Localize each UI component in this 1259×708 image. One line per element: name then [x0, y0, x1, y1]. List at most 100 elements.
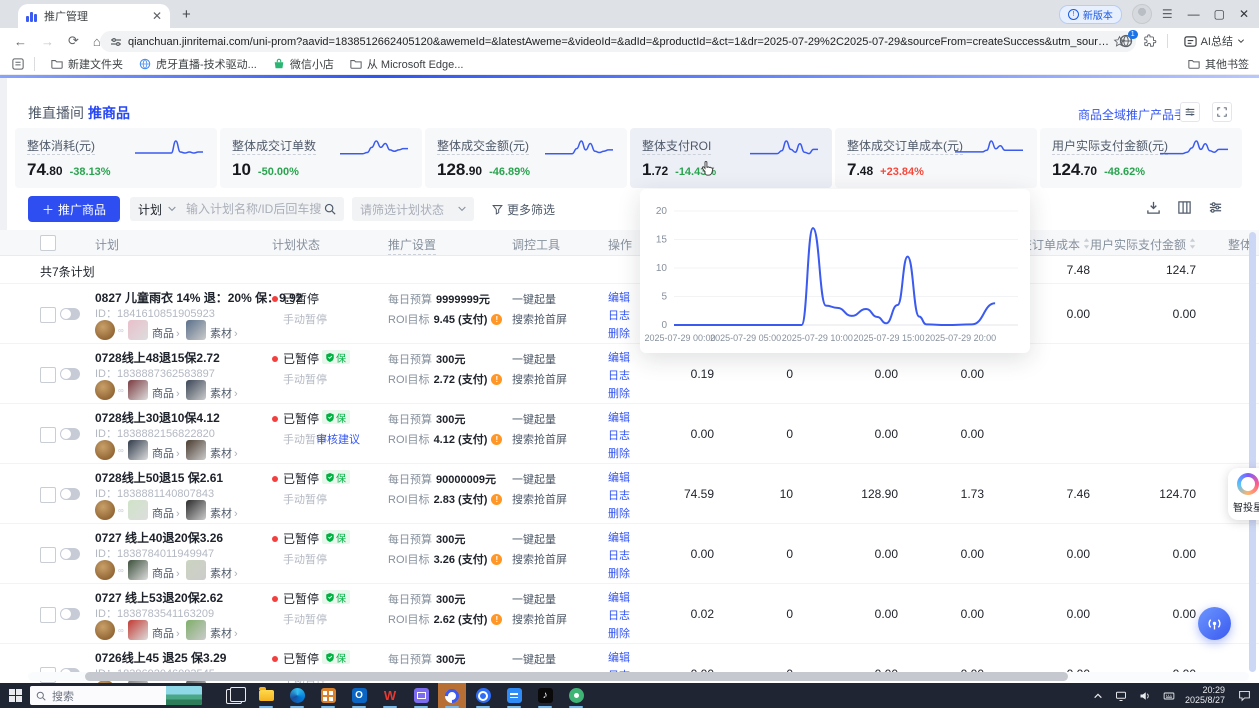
extensions-puzzle-icon[interactable]	[1143, 34, 1157, 48]
tool-boost-link[interactable]: 一键起量	[512, 531, 556, 547]
product-link[interactable]: 商品›	[152, 325, 180, 341]
chevron-up-icon[interactable]	[1093, 691, 1103, 701]
metric-card[interactable]: 用户实际支付金额(元)124.70-48.62%	[1040, 128, 1242, 188]
window-minimize-button[interactable]: —	[1188, 7, 1200, 21]
notification-center-icon[interactable]	[1238, 689, 1251, 707]
row-action-2[interactable]: 删除	[608, 505, 630, 521]
product-link[interactable]: 商品›	[152, 445, 180, 461]
bookmark-item[interactable]: 微信小店	[273, 56, 334, 72]
col-metric-5[interactable]: 用户实际支付金额	[1066, 236, 1196, 253]
row-action-0[interactable]: 编辑	[608, 589, 630, 605]
tool-search-link[interactable]: 搜索抢首屏	[512, 371, 567, 387]
profile-menu-icon[interactable]: ☰	[1162, 7, 1174, 21]
reload-icon[interactable]: ⟳	[68, 33, 79, 49]
row-checkbox[interactable]	[40, 307, 56, 323]
warning-icon[interactable]: !	[491, 494, 502, 505]
display-icon[interactable]	[1115, 690, 1127, 702]
url-bar[interactable]: qianchuan.jinritemai.com/uni-prom?aavid=…	[100, 31, 1136, 52]
warning-icon[interactable]: !	[491, 314, 502, 325]
new-version-badge[interactable]: !新版本	[1059, 5, 1122, 24]
product-thumbnail[interactable]	[128, 560, 148, 580]
row-action-0[interactable]: 编辑	[608, 409, 630, 425]
row-action-2[interactable]: 删除	[608, 445, 630, 461]
layout-config-icon[interactable]	[1180, 102, 1200, 122]
tool-boost-link[interactable]: 一键起量	[512, 591, 556, 607]
row-action-0[interactable]: 编辑	[608, 529, 630, 545]
create-promotion-button[interactable]: ＋推广商品	[28, 196, 120, 222]
row-checkbox[interactable]	[40, 607, 56, 623]
material-link[interactable]: 素材›	[210, 385, 238, 401]
taskbar-app-douyin[interactable]: ♪	[531, 683, 559, 708]
bookmark-item[interactable]: 虎牙直播-技术驱动...	[139, 56, 257, 72]
taskbar-app-qianchuan-app[interactable]	[438, 683, 466, 708]
taskbar-search[interactable]: 搜索	[30, 686, 202, 705]
row-checkbox[interactable]	[40, 547, 56, 563]
row-action-0[interactable]: 编辑	[608, 649, 630, 665]
product-link[interactable]: 商品›	[152, 625, 180, 641]
tab-live-room[interactable]: 推直播间	[28, 103, 84, 123]
col-settings[interactable]: 推广设置	[388, 236, 436, 255]
avatar[interactable]	[1132, 4, 1152, 24]
fullscreen-icon[interactable]	[1212, 102, 1232, 122]
bookmark-item[interactable]: 新建文件夹	[51, 56, 123, 72]
metric-card[interactable]: 整体成交订单成本(元)7.48+23.84%	[835, 128, 1037, 188]
row-action-0[interactable]: 编辑	[608, 469, 630, 485]
tool-boost-link[interactable]: 一键起量	[512, 291, 556, 307]
taskbar-app-remote-app-purple[interactable]	[407, 683, 435, 708]
product-thumbnail[interactable]	[128, 500, 148, 520]
row-action-1[interactable]: 日志	[608, 307, 630, 323]
tool-search-link[interactable]: 搜索抢首屏	[512, 311, 567, 327]
taskbar-app-wechat-shop[interactable]	[562, 683, 590, 708]
tab-close-icon[interactable]: ✕	[152, 9, 162, 23]
weather-widget-image[interactable]	[166, 686, 202, 705]
browser-tab[interactable]: 推广管理 ✕	[18, 4, 170, 28]
material-thumbnail[interactable]	[186, 440, 206, 460]
row-action-2[interactable]: 删除	[608, 325, 630, 341]
col-plan[interactable]: 计划	[95, 236, 119, 253]
extension-icon[interactable]: 1	[1119, 34, 1133, 48]
product-thumbnail[interactable]	[128, 620, 148, 640]
task-view-icon[interactable]	[226, 689, 242, 704]
row-enable-toggle[interactable]	[60, 488, 80, 500]
site-settings-icon[interactable]	[110, 36, 122, 48]
tool-search-link[interactable]: 搜索抢首屏	[512, 551, 567, 567]
more-filter-button[interactable]: 更多筛选	[492, 201, 555, 218]
horizontal-scrollbar-thumb[interactable]	[85, 672, 1068, 681]
taskbar-app-file-explorer[interactable]	[252, 683, 280, 708]
forward-icon[interactable]: →	[41, 34, 54, 49]
row-checkbox[interactable]	[40, 487, 56, 503]
material-link[interactable]: 素材›	[210, 625, 238, 641]
assistant-widget[interactable]: 智投星	[1228, 468, 1259, 520]
bookmark-item[interactable]: 从 Microsoft Edge...	[350, 56, 464, 72]
metric-card[interactable]: 整体成交金额(元)128.90-46.89%	[425, 128, 627, 188]
warning-icon[interactable]: !	[491, 614, 502, 625]
plan-type-select[interactable]: 计划	[138, 201, 162, 218]
metric-card[interactable]: 整体支付ROI1.72-14.43%	[630, 128, 832, 188]
status-filter-select[interactable]: 请筛选计划状态	[352, 197, 474, 221]
sort-icon[interactable]	[1189, 238, 1196, 249]
tool-search-link[interactable]: 搜索抢首屏	[512, 611, 567, 627]
row-checkbox[interactable]	[40, 427, 56, 443]
row-action-2[interactable]: 删除	[608, 385, 630, 401]
volume-icon[interactable]	[1139, 690, 1151, 702]
row-action-0[interactable]: 编辑	[608, 289, 630, 305]
row-action-2[interactable]: 删除	[608, 625, 630, 641]
ai-summary-button[interactable]: AI总结	[1178, 31, 1251, 51]
reading-list-icon[interactable]	[12, 58, 24, 70]
product-link[interactable]: 商品›	[152, 565, 180, 581]
warning-icon[interactable]: !	[491, 374, 502, 385]
tool-search-link[interactable]: 搜索抢首屏	[512, 491, 567, 507]
taskbar-clock[interactable]: 20:29 2025/8/27	[1185, 685, 1225, 705]
column-config-icon[interactable]	[1177, 200, 1192, 215]
metric-card[interactable]: 整体成交订单数10-50.00%	[220, 128, 422, 188]
warning-icon[interactable]: !	[491, 434, 502, 445]
row-enable-toggle[interactable]	[60, 548, 80, 560]
product-thumbnail[interactable]	[128, 380, 148, 400]
search-icon[interactable]	[324, 203, 336, 215]
product-link[interactable]: 商品›	[152, 385, 180, 401]
tool-boost-link[interactable]: 一键起量	[512, 411, 556, 427]
horizontal-scrollbar-track[interactable]	[28, 672, 1249, 681]
row-enable-toggle[interactable]	[60, 428, 80, 440]
taskbar-app-docs-app-blue[interactable]	[500, 683, 528, 708]
keyboard-icon[interactable]	[1163, 690, 1175, 702]
